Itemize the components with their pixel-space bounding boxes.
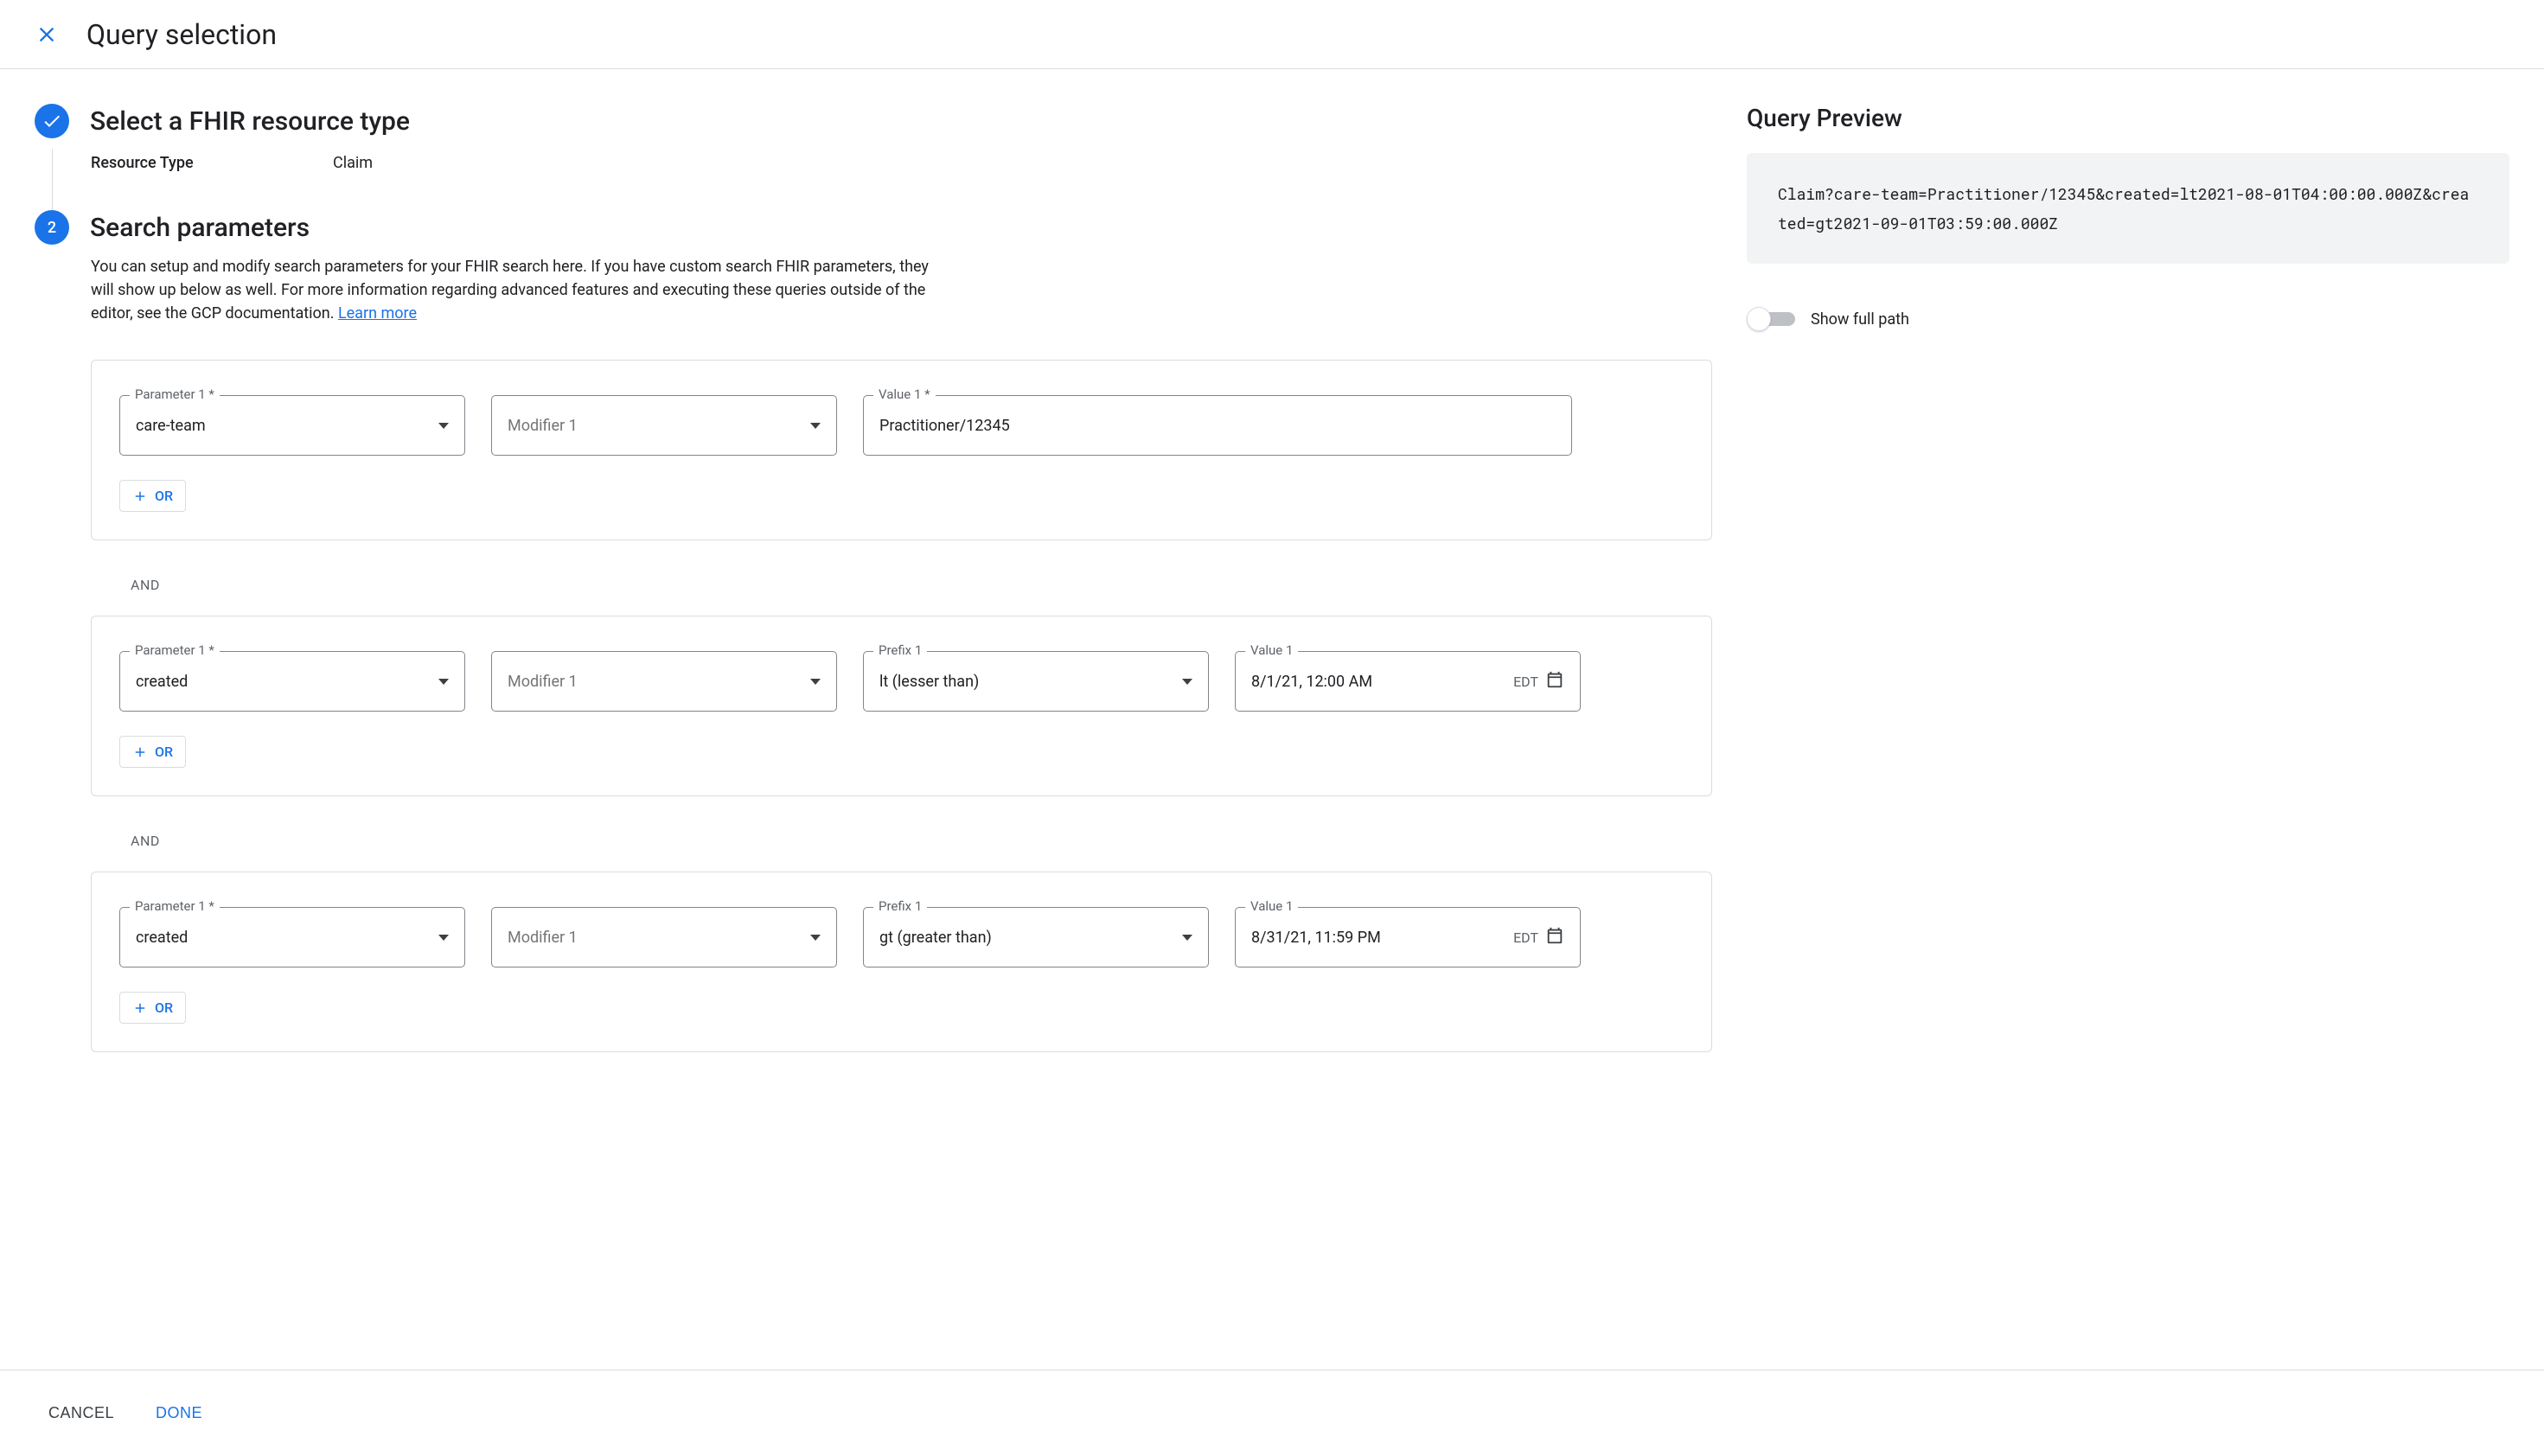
prefix-value: gt (greater than) (879, 929, 1168, 947)
chevron-down-icon (810, 679, 821, 685)
resource-type-value: Claim (333, 154, 373, 172)
prefix-value: lt (lesser than) (879, 673, 1168, 691)
value-label: Value 1 (1245, 642, 1298, 658)
chevron-down-icon (810, 423, 821, 429)
or-label: OR (155, 999, 173, 1016)
dialog-header: Query selection (0, 0, 2544, 69)
and-separator: AND (91, 554, 1712, 616)
done-button[interactable]: DONE (156, 1394, 202, 1433)
value-suffix: EDT (1513, 674, 1538, 690)
modifier-value: Modifier 1 (508, 929, 796, 947)
value-label: Value 1 * (873, 386, 936, 402)
prefix-label: Prefix 1 (873, 642, 927, 658)
prefix-input[interactable]: gt (greater than) (863, 907, 1209, 967)
value-input[interactable]: Practitioner/12345 (863, 395, 1572, 456)
search-param-group: Parameter 1 * created Modifier 1 Prefix … (91, 616, 1712, 796)
step1-check-icon (35, 104, 69, 138)
chevron-down-icon (438, 423, 449, 429)
modifier-input[interactable]: Modifier 1 (491, 395, 837, 456)
and-separator: AND (91, 810, 1712, 872)
learn-more-link[interactable]: Learn more (338, 304, 417, 322)
step2-description: You can setup and modify search paramete… (91, 255, 938, 325)
search-param-group: Parameter 1 * care-team Modifier 1 Value… (91, 360, 1712, 540)
step2-title: Search parameters (90, 213, 310, 243)
chevron-down-icon (438, 935, 449, 941)
query-preview-text: Claim?care-team=Practitioner/12345&creat… (1747, 153, 2509, 264)
value-suffix: EDT (1513, 929, 1538, 946)
chevron-down-icon (1182, 935, 1192, 941)
modifier-value: Modifier 1 (508, 673, 796, 691)
search-param-group: Parameter 1 * created Modifier 1 Prefix … (91, 872, 1712, 1052)
dialog-footer: CANCEL DONE (0, 1370, 2544, 1456)
calendar-icon[interactable] (1545, 670, 1564, 693)
chevron-down-icon (438, 679, 449, 685)
query-preview-title: Query Preview (1747, 104, 2509, 132)
parameter-value: created (136, 673, 425, 691)
add-or-button[interactable]: OR (119, 736, 186, 768)
close-icon[interactable] (35, 22, 59, 47)
value-input[interactable]: 8/31/21, 11:59 PM EDT (1235, 907, 1581, 967)
parameter-label: Parameter 1 * (130, 898, 220, 914)
modifier-value: Modifier 1 (508, 417, 796, 435)
dialog-title: Query selection (86, 18, 277, 51)
cancel-button[interactable]: CANCEL (48, 1394, 114, 1433)
show-full-path-label: Show full path (1811, 310, 1909, 329)
value-value: 8/1/21, 12:00 AM (1251, 673, 1506, 691)
or-label: OR (155, 488, 173, 504)
parameter-value: care-team (136, 417, 425, 435)
parameter-input[interactable]: care-team (119, 395, 465, 456)
calendar-icon[interactable] (1545, 926, 1564, 949)
parameter-label: Parameter 1 * (130, 642, 220, 658)
add-or-button[interactable]: OR (119, 480, 186, 512)
value-value: 8/31/21, 11:59 PM (1251, 929, 1506, 947)
step1-title: Select a FHIR resource type (90, 106, 410, 137)
add-or-button[interactable]: OR (119, 992, 186, 1024)
value-label: Value 1 (1245, 898, 1298, 914)
value-input[interactable]: 8/1/21, 12:00 AM EDT (1235, 651, 1581, 712)
resource-type-label: Resource Type (91, 154, 281, 172)
modifier-input[interactable]: Modifier 1 (491, 907, 837, 967)
value-value: Practitioner/12345 (879, 417, 1556, 435)
modifier-input[interactable]: Modifier 1 (491, 651, 837, 712)
step2-badge: 2 (35, 210, 69, 245)
chevron-down-icon (1182, 679, 1192, 685)
prefix-input[interactable]: lt (lesser than) (863, 651, 1209, 712)
parameter-input[interactable]: created (119, 907, 465, 967)
chevron-down-icon (810, 935, 821, 941)
parameter-label: Parameter 1 * (130, 386, 220, 402)
parameter-value: created (136, 929, 425, 947)
prefix-label: Prefix 1 (873, 898, 927, 914)
parameter-input[interactable]: created (119, 651, 465, 712)
show-full-path-toggle[interactable] (1747, 307, 1795, 331)
or-label: OR (155, 744, 173, 760)
